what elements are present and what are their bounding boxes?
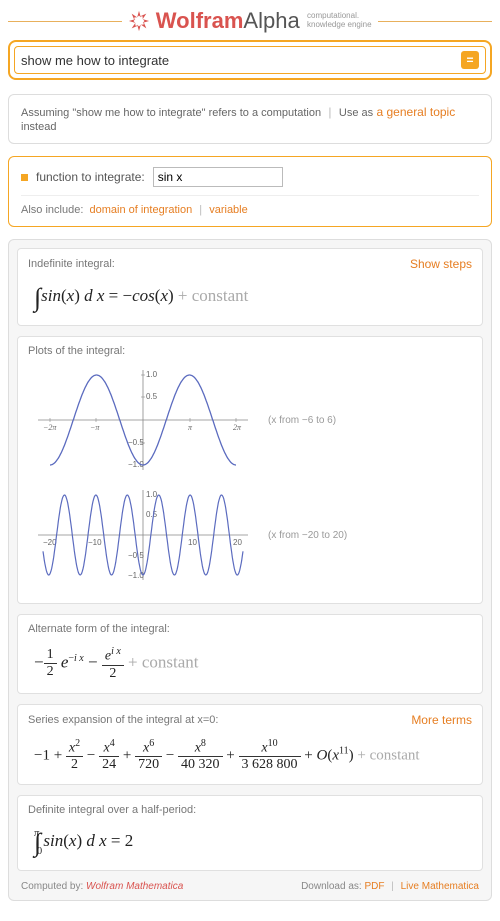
svg-text:−1.0: −1.0 <box>128 571 144 580</box>
svg-text:0.5: 0.5 <box>146 510 158 519</box>
plot-2-caption: (x from −20 to 20) <box>268 530 347 541</box>
svg-text:0.5: 0.5 <box>146 392 158 401</box>
logo-text: WolframAlpha <box>156 8 300 33</box>
svg-text:20: 20 <box>233 538 242 547</box>
svg-text:2π: 2π <box>233 423 242 432</box>
domain-link[interactable]: domain of integration <box>90 204 193 216</box>
wolfram-logo-icon <box>128 10 150 32</box>
plots-card: Plots of the integral: −2π−π π2π 1.00.5 … <box>17 336 483 604</box>
assumption-text: Assuming "show me how to integrate" refe… <box>21 107 321 119</box>
search-input[interactable] <box>21 53 461 68</box>
compute-button[interactable]: = <box>461 51 479 69</box>
logo-bar: WolframAlpha computational.knowledge eng… <box>8 8 492 34</box>
search-box: = <box>8 40 492 80</box>
svg-text:1.0: 1.0 <box>146 490 158 499</box>
assumption-alt-link[interactable]: a general topic <box>376 105 455 119</box>
show-steps-link[interactable]: Show steps <box>410 257 472 271</box>
svg-text:−2π: −2π <box>43 423 57 432</box>
alternate-form-card: Alternate form of the integral: −12 e−i … <box>17 614 483 694</box>
plot-1-caption: (x from −6 to 6) <box>268 415 336 426</box>
plot-2: −20−10 1020 1.00.5 −0.5−1.0 <box>28 485 258 585</box>
card-title: Plots of the integral: <box>28 345 125 357</box>
card-title: Series expansion of the integral at x=0: <box>28 714 218 726</box>
also-include-label: Also include: <box>21 204 83 216</box>
card-title: Definite integral over a half-period: <box>28 804 196 816</box>
definite-formula: ∫0π sin(x) d x = 2 <box>28 824 472 862</box>
card-title: Alternate form of the integral: <box>28 623 170 635</box>
svg-text:−0.5: −0.5 <box>128 438 144 447</box>
indefinite-formula: ∫sin(x) d x = −cos(x) + constant <box>28 279 472 317</box>
more-terms-link[interactable]: More terms <box>411 713 472 727</box>
series-card: Series expansion of the integral at x=0:… <box>17 704 483 786</box>
logo-tagline: computational.knowledge engine <box>307 12 372 30</box>
definite-integral-card: Definite integral over a half-period: ∫0… <box>17 795 483 871</box>
card-title: Indefinite integral: <box>28 258 115 270</box>
function-panel: function to integrate: Also include: dom… <box>8 156 492 227</box>
function-input[interactable] <box>153 167 283 187</box>
indefinite-integral-card: Indefinite integral: Show steps ∫sin(x) … <box>17 248 483 326</box>
svg-text:π: π <box>188 423 193 432</box>
results-panel: Indefinite integral: Show steps ∫sin(x) … <box>8 239 492 901</box>
function-label: function to integrate: <box>36 170 145 184</box>
svg-text:−10: −10 <box>88 538 102 547</box>
alternate-formula: −12 e−i x − ei x2 + constant <box>28 643 472 685</box>
bullet-icon <box>21 174 28 181</box>
assumption-panel: Assuming "show me how to integrate" refe… <box>8 94 492 144</box>
svg-text:10: 10 <box>188 538 197 547</box>
variable-link[interactable]: variable <box>209 204 248 216</box>
svg-text:1.0: 1.0 <box>146 370 158 379</box>
svg-text:−0.5: −0.5 <box>128 551 144 560</box>
series-formula: −1 + x22 − x424 + x6720 − x840 320 + x10… <box>28 735 472 777</box>
plot-1: −2π−π π2π 1.00.5 −0.5−1.0 <box>28 365 258 475</box>
svg-text:−π: −π <box>90 423 100 432</box>
